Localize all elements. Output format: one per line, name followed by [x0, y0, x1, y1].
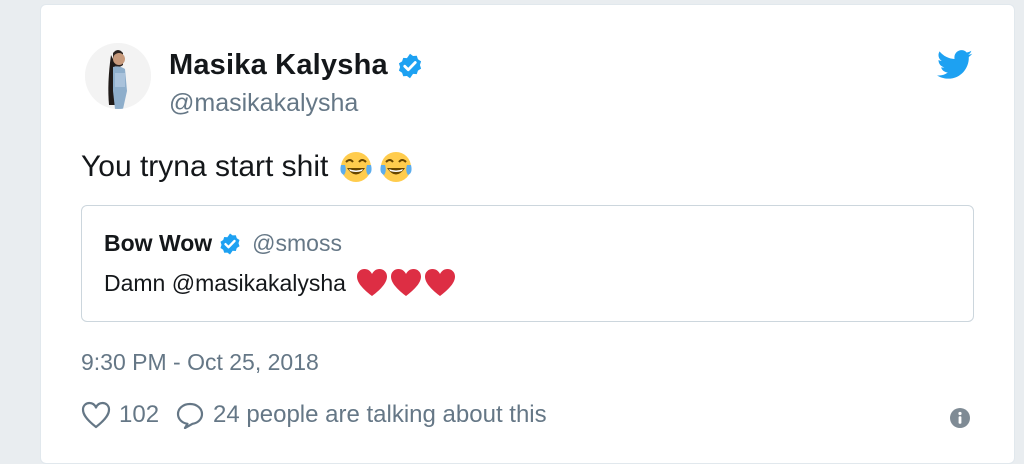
like-count[interactable]: 102	[119, 401, 159, 429]
red-heart-icon	[424, 269, 455, 296]
quoted-author-name: Bow Wow	[104, 230, 213, 256]
author-name[interactable]: Masika Kalysha	[169, 49, 388, 82]
tweet-actions: 102 24 people are talking about this	[81, 401, 547, 429]
reply-bubble-icon[interactable]	[175, 401, 205, 429]
tweet-card: Masika Kalysha @masikakalysha You tryna …	[40, 4, 1015, 464]
tweet-timestamp[interactable]: 9:30 PM - Oct 25, 2018	[81, 349, 319, 376]
heart-outline-icon[interactable]	[81, 401, 111, 429]
avatar[interactable]	[85, 43, 151, 109]
red-heart-icon	[356, 269, 387, 296]
quoted-tweet[interactable]: Bow Wow @smoss Damn @masikakalysha	[81, 205, 974, 322]
red-heart-icon	[390, 269, 421, 296]
info-icon[interactable]	[949, 407, 971, 429]
tweet-body: You tryna start shit	[81, 150, 329, 183]
tears-of-joy-icon	[380, 152, 412, 182]
quoted-tweet-header: Bow Wow @smoss	[104, 230, 342, 257]
quoted-author-handle: @smoss	[252, 230, 342, 256]
tweet-text: You tryna start shit	[81, 149, 414, 185]
verified-badge-icon	[218, 232, 242, 256]
author-handle[interactable]: @masikakalysha	[169, 89, 358, 118]
tears-of-joy-icon	[340, 152, 372, 182]
conversation-link[interactable]: 24 people are talking about this	[213, 401, 547, 429]
author-name-row: Masika Kalysha	[169, 49, 424, 82]
quoted-tweet-text: Damn @masikakalysha	[104, 268, 456, 298]
verified-badge-icon	[396, 52, 424, 80]
twitter-bird-icon[interactable]	[937, 49, 973, 81]
quoted-tweet-body: Damn @masikakalysha	[104, 269, 346, 296]
